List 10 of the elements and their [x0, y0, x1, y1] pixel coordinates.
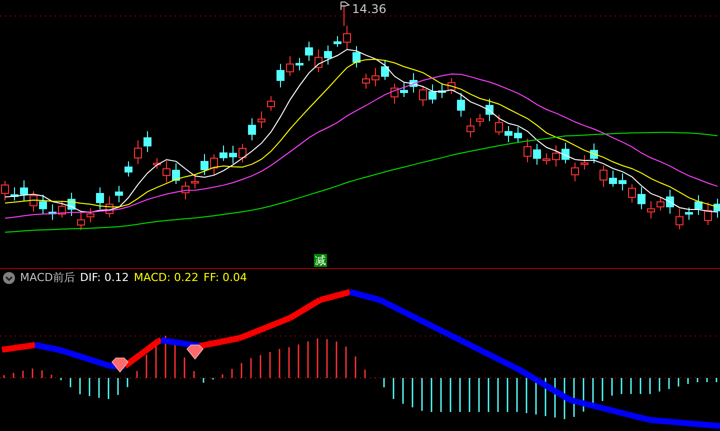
indicator-value: FF: 0.04	[204, 271, 248, 284]
indicator-value: MACD: 0.22	[134, 271, 199, 284]
flag-icon	[340, 1, 350, 11]
gem-icon	[186, 344, 204, 360]
chevron-down-icon[interactable]	[3, 272, 15, 284]
signal-badge: 减	[314, 254, 327, 267]
indicator-value: DIF: 0.12	[80, 271, 129, 284]
indicator-name: MACD前后	[20, 270, 75, 285]
gem-icon	[111, 358, 129, 373]
high-price-label: 14.36	[352, 2, 386, 16]
